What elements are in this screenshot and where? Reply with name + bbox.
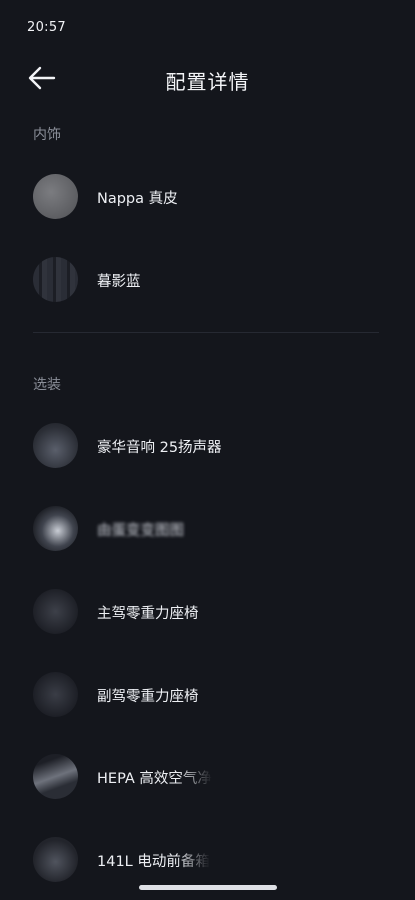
rear-screen-thumbnail [33, 506, 78, 551]
list-item-passenger-seat[interactable]: 副驾零重力座椅 [0, 665, 415, 725]
dusk-blue-thumbnail [33, 257, 78, 302]
option-label: 暮影蓝 [97, 274, 141, 290]
option-label: 由蛋变变图图 [97, 523, 184, 539]
section-divider [33, 332, 379, 333]
passenger-seat-thumbnail [33, 672, 78, 717]
speaker-thumbnail [33, 423, 78, 468]
nappa-leather-thumbnail [33, 174, 78, 219]
list-item-premium-audio[interactable]: 豪华音响 25扬声器 [0, 416, 415, 476]
list-item-rear-screen[interactable]: 由蛋变变图图 [0, 499, 415, 559]
option-label: Nappa 真皮 [97, 191, 178, 207]
page-title: 配置详情 [165, 70, 250, 94]
front-trunk-thumbnail [33, 837, 78, 882]
driver-seat-thumbnail [33, 589, 78, 634]
section-title-options: 选装 [33, 377, 61, 393]
air-filter-thumbnail [33, 754, 78, 799]
option-label: 141L 电动前备箱 [97, 854, 210, 870]
option-label: 主驾零重力座椅 [97, 606, 199, 622]
option-label: HEPA 高效空气净 [97, 771, 212, 787]
list-item-driver-seat[interactable]: 主驾零重力座椅 [0, 582, 415, 642]
list-item-hepa-filter[interactable]: HEPA 高效空气净 [0, 747, 415, 807]
nav-bar: 配置详情 [0, 52, 415, 108]
status-time: 20:57 [27, 20, 66, 35]
list-item-nappa-leather[interactable]: Nappa 真皮 [0, 167, 415, 227]
option-label: 豪华音响 25扬声器 [97, 440, 222, 456]
list-item-front-trunk[interactable]: 141L 电动前备箱 [0, 830, 415, 890]
option-label: 副驾零重力座椅 [97, 689, 199, 705]
section-title-interior: 内饰 [33, 127, 61, 143]
status-bar: 20:57 [0, 0, 415, 52]
home-indicator[interactable] [139, 885, 277, 890]
list-item-dusk-blue[interactable]: 暮影蓝 [0, 250, 415, 310]
